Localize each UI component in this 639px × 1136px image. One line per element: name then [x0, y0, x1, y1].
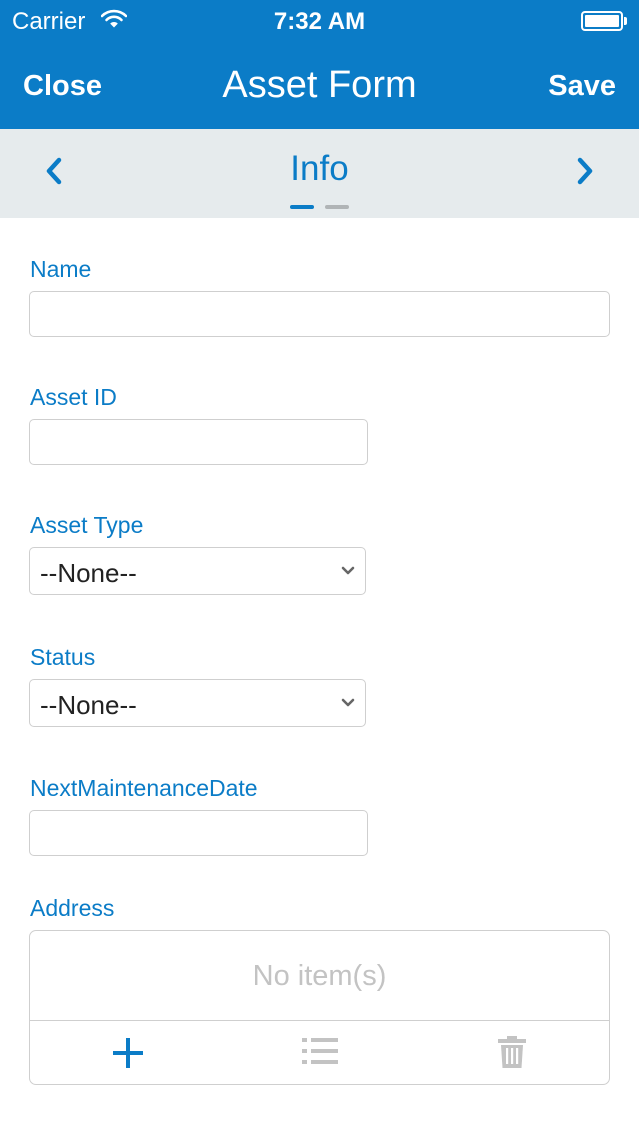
chevron-right-icon[interactable] [569, 151, 599, 191]
list-icon [302, 1038, 338, 1064]
asset-form-screen: Carrier 7:32 AM Close Asset Form Save In… [0, 0, 639, 1136]
asset-type-value: --None-- [40, 558, 137, 588]
asset-id-label: Asset ID [30, 384, 117, 410]
add-address-button[interactable] [108, 1035, 148, 1071]
empty-state-text: No item(s) [252, 960, 387, 992]
address-toolbar [30, 1020, 609, 1084]
page-indicator [290, 205, 350, 209]
address-list: No item(s) [29, 930, 610, 1085]
page-dot-inactive [325, 205, 349, 209]
battery-icon [581, 11, 627, 31]
close-button[interactable]: Close [23, 70, 102, 103]
list-address-button[interactable] [300, 1035, 340, 1071]
status-bar: Carrier 7:32 AM [0, 0, 639, 44]
asset-id-input[interactable] [29, 419, 368, 465]
next-maintenance-label: NextMaintenanceDate [30, 775, 258, 801]
delete-address-button[interactable] [492, 1035, 532, 1071]
plus-icon [113, 1038, 143, 1068]
page-dot-active [290, 205, 314, 209]
trash-icon [498, 1036, 526, 1068]
save-button[interactable]: Save [548, 70, 616, 103]
clock: 7:32 AM [273, 8, 366, 35]
status-label: Status [30, 644, 96, 670]
header: Carrier 7:32 AM Close Asset Form Save [0, 0, 639, 129]
chevron-down-icon [341, 566, 355, 575]
status-select[interactable]: --None-- [29, 679, 366, 727]
name-input[interactable] [29, 291, 610, 337]
name-label: Name [30, 256, 92, 282]
status-value: --None-- [40, 690, 137, 720]
chevron-down-icon [341, 698, 355, 707]
nav-bar: Close Asset Form Save [0, 44, 639, 129]
section-title: Info [290, 149, 349, 188]
asset-type-label: Asset Type [30, 512, 144, 538]
section-pager: Info [0, 129, 639, 218]
next-maintenance-input[interactable] [29, 810, 368, 856]
asset-type-select[interactable]: --None-- [29, 547, 366, 595]
address-label: Address [30, 895, 115, 921]
